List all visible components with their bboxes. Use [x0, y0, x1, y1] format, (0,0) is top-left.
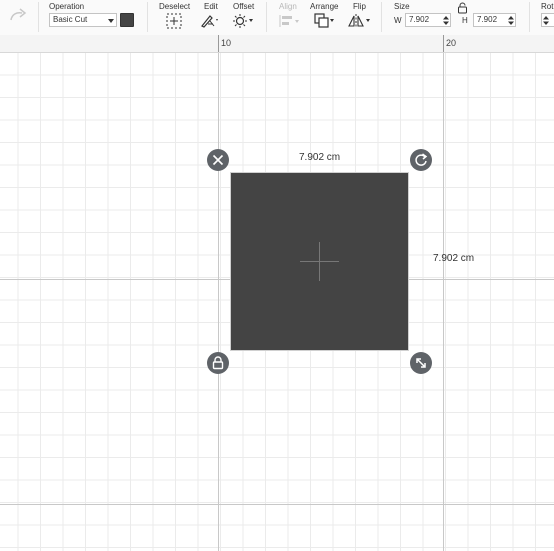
stepper-icon[interactable]	[543, 16, 549, 25]
height-dimension-label: 7.902 cm	[433, 253, 475, 264]
rotate-handle[interactable]	[410, 149, 432, 171]
close-icon	[212, 154, 224, 166]
ruler-major-tick	[218, 35, 219, 52]
ruler-major-tick	[443, 35, 444, 52]
toolbar-separator	[38, 2, 39, 32]
operation-label: Operation	[49, 2, 85, 11]
edit-label: Edit	[204, 2, 218, 11]
edit-icon[interactable]	[200, 13, 220, 29]
align-label: Align	[279, 2, 297, 11]
deselect-label: Deselect	[159, 2, 191, 11]
rotate-label: Rot	[541, 2, 554, 11]
height-label: H	[462, 16, 468, 25]
lock-icon[interactable]	[457, 2, 468, 14]
toolbar-separator	[266, 2, 267, 32]
ruler-mark-label: 10	[221, 38, 232, 48]
stepper-icon[interactable]	[443, 16, 449, 25]
top-toolbar: Operation Basic Cut Deselect Edit Offset…	[0, 0, 554, 36]
rotate-input[interactable]	[541, 13, 554, 27]
lock-icon	[212, 356, 224, 370]
offset-label: Offset	[233, 2, 255, 11]
toolbar-separator	[147, 2, 148, 32]
horizontal-ruler: 10 20	[0, 35, 554, 53]
grid-major-line	[0, 504, 554, 505]
grid-major-line	[443, 53, 444, 551]
operation-value: Basic Cut	[53, 15, 88, 24]
operation-select[interactable]: Basic Cut	[49, 13, 117, 27]
ruler-mark-label: 20	[446, 38, 457, 48]
lock-handle[interactable]	[207, 352, 229, 374]
arrange-icon[interactable]	[314, 13, 336, 29]
toolbar-separator	[529, 2, 530, 32]
toolbar-separator	[381, 2, 382, 32]
flip-icon[interactable]	[348, 13, 372, 29]
size-label: Size	[394, 2, 410, 11]
width-dimension-label: 7.902 cm	[299, 152, 341, 163]
operation-color-swatch[interactable]	[120, 13, 134, 27]
rotate-icon	[415, 153, 428, 166]
arrange-label: Arrange	[310, 2, 339, 11]
offset-icon[interactable]	[233, 13, 255, 29]
align-icon[interactable]	[279, 14, 301, 28]
crosshair-icon	[319, 242, 320, 281]
width-value: 7.902	[409, 15, 430, 24]
scale-icon	[416, 358, 426, 368]
height-value: 7.902	[477, 15, 498, 24]
stepper-icon[interactable]	[508, 16, 514, 25]
grid-major-line	[218, 53, 219, 551]
width-label: W	[394, 16, 402, 25]
dropdown-arrow-icon	[108, 19, 114, 23]
flip-label: Flip	[353, 2, 366, 11]
scale-handle[interactable]	[410, 352, 432, 374]
deselect-icon[interactable]	[166, 13, 182, 29]
height-input[interactable]: 7.902	[473, 13, 516, 27]
width-input[interactable]: 7.902	[405, 13, 451, 27]
redo-icon[interactable]	[9, 8, 27, 22]
delete-handle[interactable]	[207, 149, 229, 171]
